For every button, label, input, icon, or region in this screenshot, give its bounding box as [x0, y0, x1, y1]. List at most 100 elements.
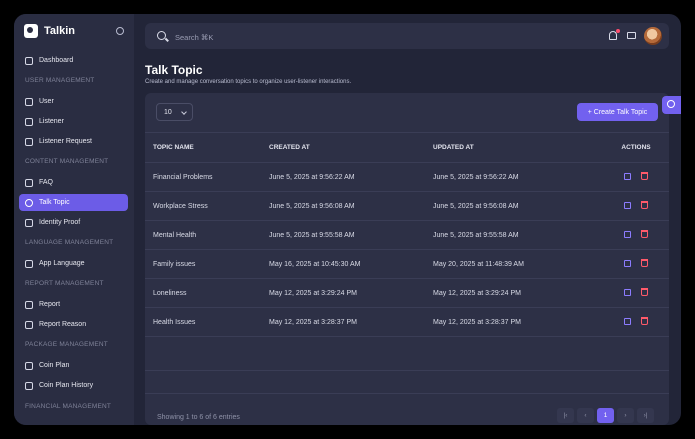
page-title: Talk Topic [145, 63, 203, 77]
trash-icon[interactable] [641, 259, 648, 268]
page-1-button[interactable]: 1 [597, 408, 614, 423]
sidebar-toggle-icon[interactable] [116, 27, 124, 35]
created-at: May 12, 2025 at 3:28:37 PM [269, 307, 433, 337]
faq-icon [25, 178, 33, 187]
section-report-management: REPORT MANAGEMENT [25, 280, 104, 287]
updated-at: June 5, 2025 at 9:55:58 AM [433, 220, 603, 250]
entries-info: Showing 1 to 6 of 6 entries [157, 414, 240, 421]
prev-page-button[interactable]: ‹ [577, 408, 594, 423]
first-page-button[interactable]: |‹ [557, 408, 574, 423]
updated-at: May 12, 2025 at 3:29:24 PM [433, 278, 603, 308]
next-page-button[interactable]: › [617, 408, 634, 423]
talkin-logo-icon [24, 24, 38, 38]
section-language-management: LANGUAGE MANAGEMENT [25, 239, 114, 246]
table-row: Workplace Stress June 5, 2025 at 9:56:08… [145, 191, 669, 221]
topic-name: Financial Problems [145, 162, 269, 192]
page-subtitle: Create and manage conversation topics to… [145, 79, 352, 85]
table-row: Health Issues May 12, 2025 at 3:28:37 PM… [145, 307, 669, 337]
search-icon[interactable] [157, 31, 166, 40]
sidebar-item-label: Coin Plan [39, 362, 70, 369]
topic-name: Family issues [145, 249, 269, 279]
column-header-topic-name[interactable]: TOPIC NAME [145, 132, 269, 163]
listener-icon [25, 117, 33, 126]
sidebar-item-listener[interactable]: Listener [19, 113, 128, 130]
avatar[interactable] [644, 27, 662, 45]
history-icon [25, 381, 33, 390]
user-icon [25, 97, 33, 106]
edit-icon[interactable] [624, 172, 631, 180]
sidebar-item-user[interactable]: User [19, 93, 128, 110]
table-row: Family issues May 16, 2025 at 10:45:30 A… [145, 249, 669, 279]
column-header-actions: ACTIONS [603, 132, 669, 163]
sidebar-item-app-language[interactable]: App Language [19, 255, 128, 272]
sidebar-item-listener-request[interactable]: Listener Request [19, 133, 128, 150]
page-size-select[interactable]: 10 [156, 103, 193, 121]
sidebar-item-label: Listener [39, 118, 64, 125]
topics-table: TOPIC NAME CREATED AT UPDATED AT ACTIONS… [145, 132, 669, 337]
edit-icon[interactable] [624, 201, 631, 209]
empty-row-divider [145, 393, 669, 394]
sidebar-item-identity-proof[interactable]: Identity Proof [19, 214, 128, 231]
sidebar-item-label: Listener Request [39, 138, 92, 145]
create-talk-topic-button[interactable]: + Create Talk Topic [577, 103, 658, 121]
updated-at: June 5, 2025 at 9:56:22 AM [433, 162, 603, 192]
sidebar-item-dashboard[interactable]: Dashboard [19, 52, 128, 69]
updated-at: May 20, 2025 at 11:48:39 AM [433, 249, 603, 279]
last-page-button[interactable]: ›| [637, 408, 654, 423]
section-user-management: USER MANAGEMENT [25, 77, 95, 84]
sidebar-item-label: Report [39, 301, 61, 308]
topic-name: Health Issues [145, 307, 269, 337]
updated-at: May 12, 2025 at 3:28:37 PM [433, 307, 603, 337]
search-input[interactable] [173, 29, 377, 45]
chevron-down-icon [181, 109, 187, 115]
column-header-updated-at[interactable]: UPDATED AT [433, 132, 603, 163]
edit-icon[interactable] [624, 259, 631, 267]
sidebar-item-coin-plan[interactable]: Coin Plan [19, 357, 128, 374]
empty-row-divider [145, 370, 669, 371]
trash-icon[interactable] [641, 172, 648, 181]
scan-icon [25, 137, 33, 146]
edit-icon[interactable] [624, 230, 631, 238]
edit-icon[interactable] [624, 317, 631, 325]
table-header-row: TOPIC NAME CREATED AT UPDATED AT ACTIONS [145, 132, 669, 163]
sidebar-item-faq[interactable]: FAQ [19, 174, 128, 191]
sidebar-item-label: Dashboard [39, 57, 74, 64]
sidebar-item-label: Identity Proof [39, 219, 81, 226]
sidebar-item-label: User [39, 98, 54, 105]
trash-icon[interactable] [641, 317, 648, 326]
report-icon [25, 300, 33, 309]
table-row: Mental Health June 5, 2025 at 9:55:58 AM… [145, 220, 669, 250]
created-at: June 5, 2025 at 9:55:58 AM [269, 220, 433, 250]
trash-icon[interactable] [641, 201, 648, 210]
brand[interactable]: Talkin [24, 24, 75, 38]
section-package-management: PACKAGE MANAGEMENT [25, 341, 108, 348]
gear-icon [667, 100, 675, 108]
edit-icon[interactable] [624, 288, 631, 296]
topic-name: Mental Health [145, 220, 269, 250]
table-row: Loneliness May 12, 2025 at 3:29:24 PM Ma… [145, 278, 669, 308]
sidebar-item-label: App Language [39, 260, 85, 267]
created-at: May 12, 2025 at 3:29:24 PM [269, 278, 433, 308]
home-icon [25, 56, 33, 65]
laptop-icon[interactable] [627, 32, 636, 39]
language-icon [25, 259, 33, 268]
trash-icon[interactable] [641, 288, 648, 297]
sidebar-item-label: FAQ [39, 179, 54, 186]
trash-icon[interactable] [641, 230, 648, 239]
created-at: June 5, 2025 at 9:56:22 AM [269, 162, 433, 192]
pagination: |‹ ‹ 1 › ›| [557, 408, 654, 423]
sidebar-item-coin-plan-history[interactable]: Coin Plan History [19, 377, 128, 394]
settings-fab[interactable] [662, 96, 681, 114]
top-bar [145, 23, 669, 49]
topic-name: Workplace Stress [145, 191, 269, 221]
id-card-icon [25, 218, 33, 227]
coin-icon [25, 361, 33, 370]
sidebar-item-report-reason[interactable]: Report Reason [19, 316, 128, 333]
topics-card: 10 + Create Talk Topic TOPIC NAME CREATE… [145, 93, 669, 425]
sidebar-item-report[interactable]: Report [19, 296, 128, 313]
sidebar-item-label: Report Reason [39, 321, 87, 328]
column-header-created-at[interactable]: CREATED AT [269, 132, 433, 163]
sidebar-item-talk-topic[interactable]: Talk Topic [19, 194, 128, 211]
created-at: May 16, 2025 at 10:45:30 AM [269, 249, 433, 279]
table-row: Financial Problems June 5, 2025 at 9:56:… [145, 162, 669, 192]
